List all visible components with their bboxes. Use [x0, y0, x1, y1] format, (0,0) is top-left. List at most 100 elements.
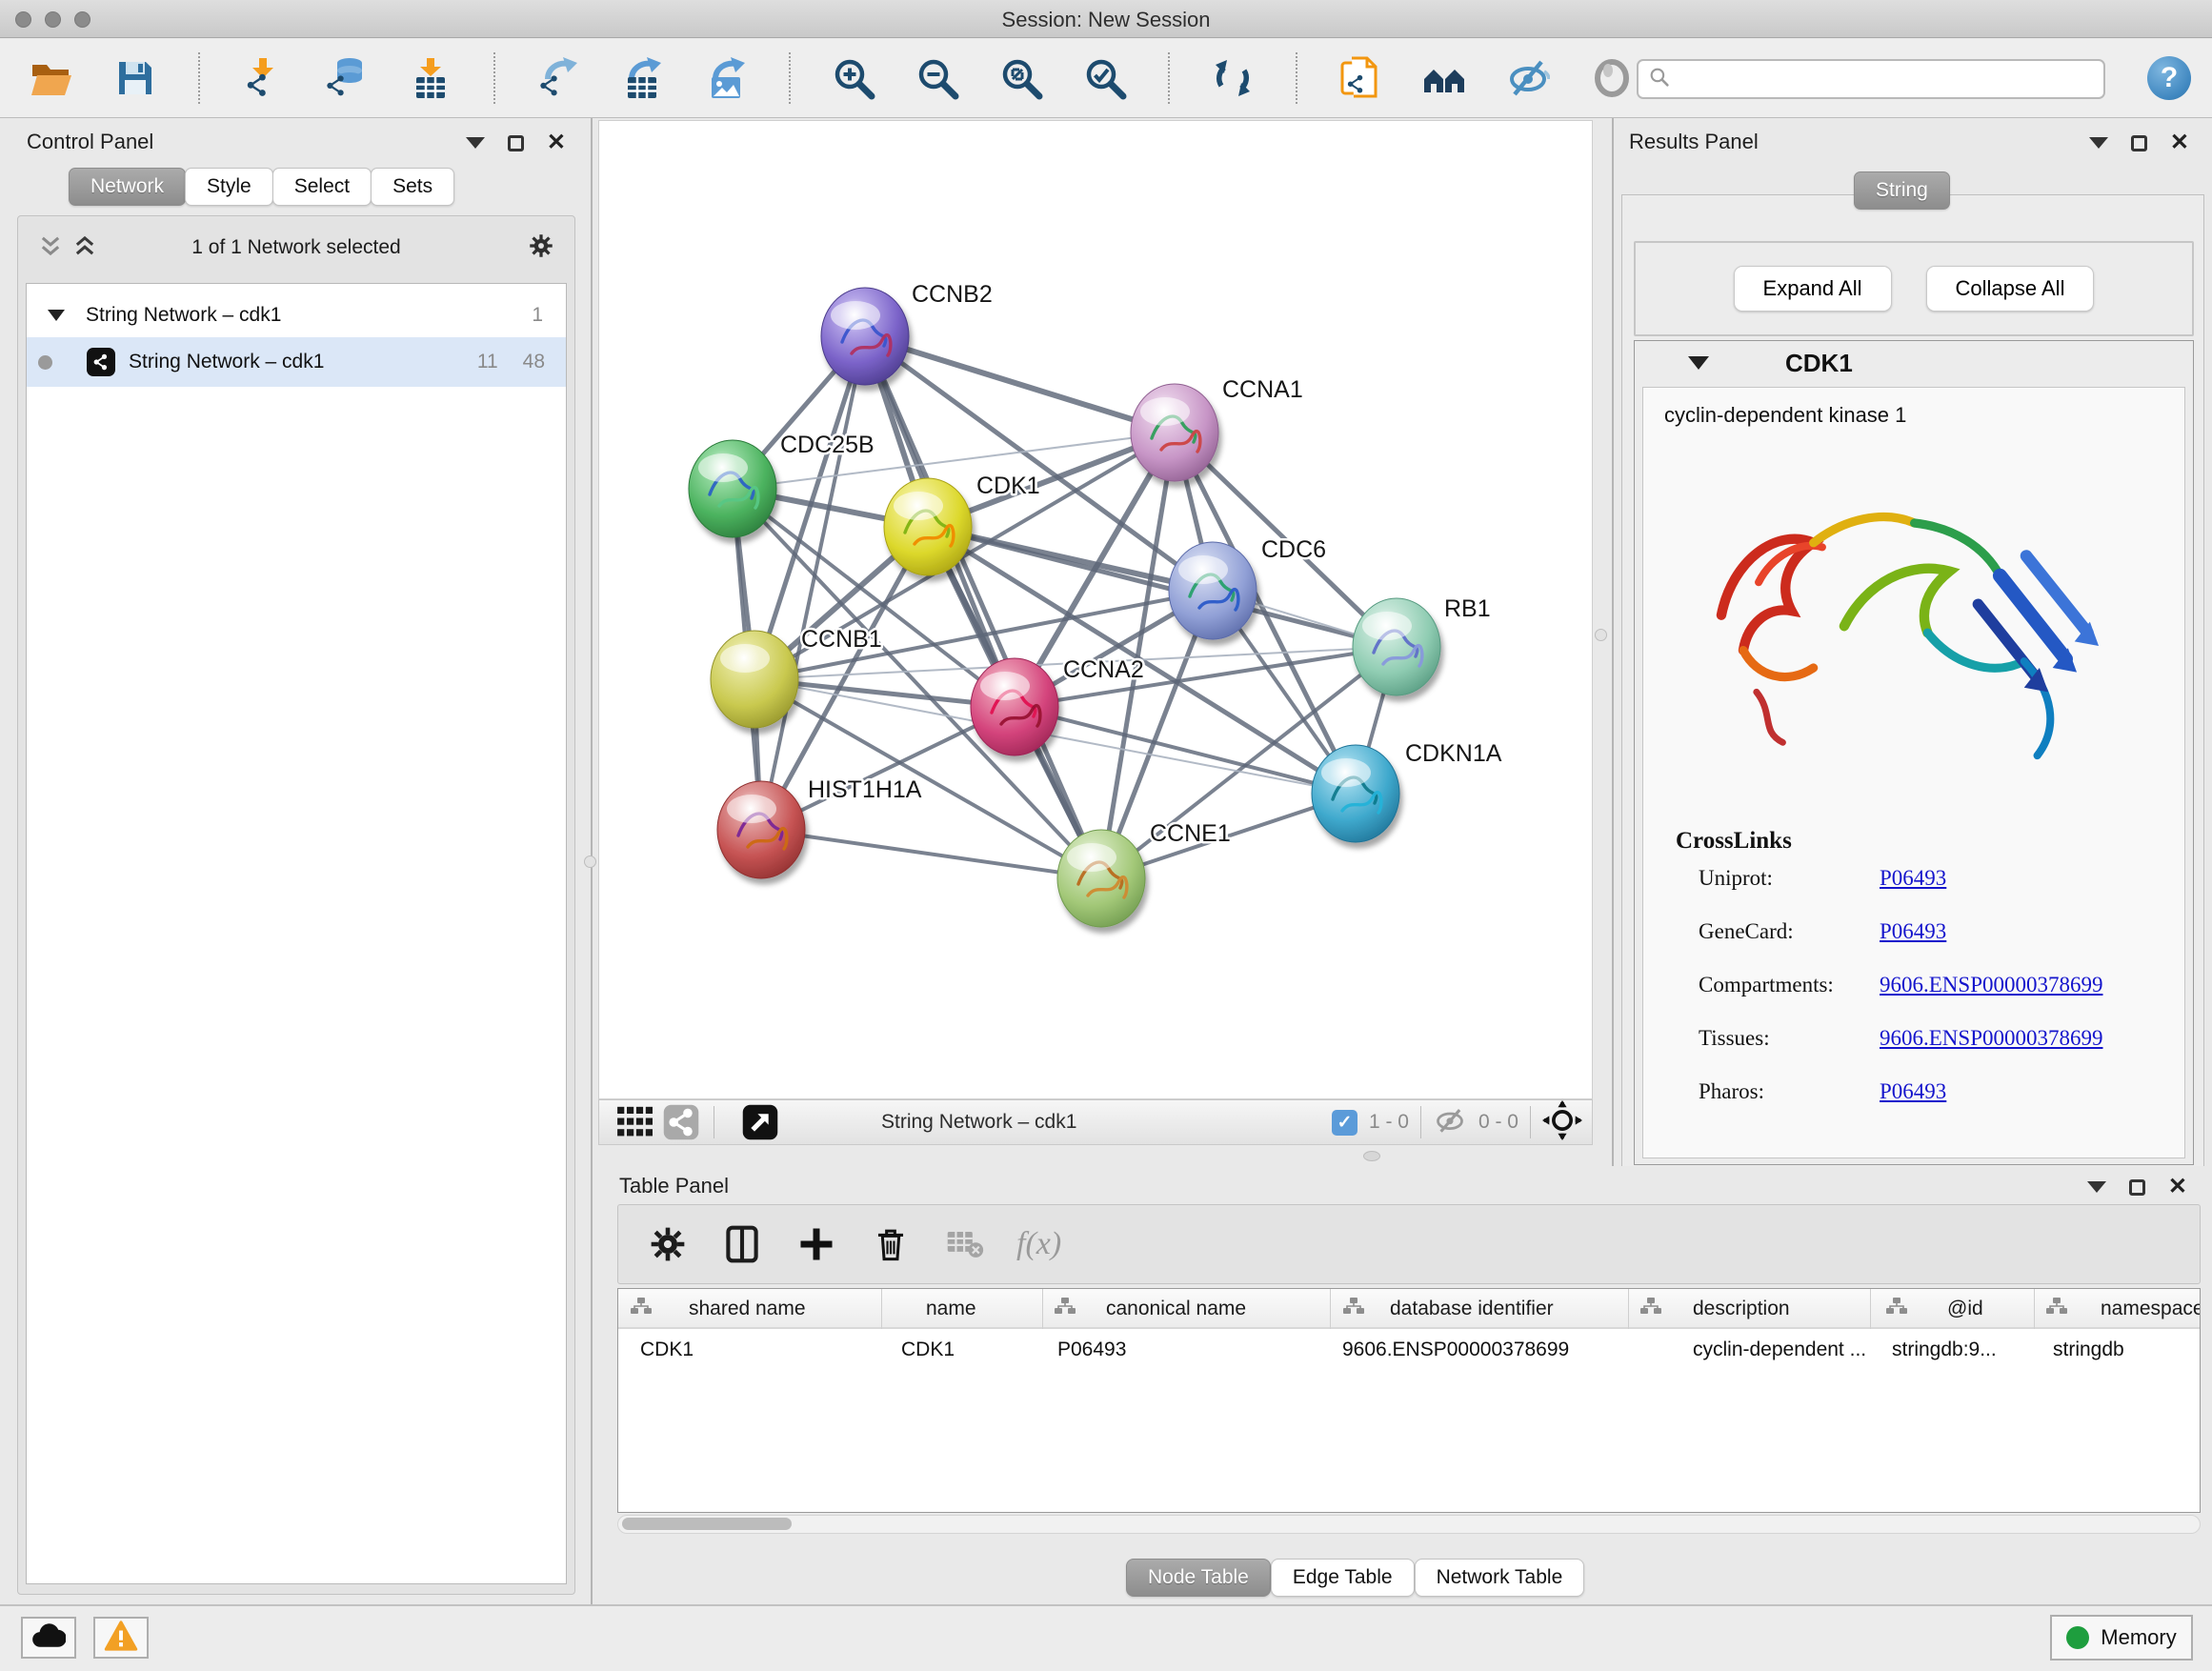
network-label: String Network – cdk1 [129, 351, 324, 373]
open-in-new-window-icon[interactable] [737, 1099, 783, 1145]
add-column-icon[interactable] [794, 1221, 839, 1267]
results-panel-maximize-icon[interactable] [2131, 135, 2147, 151]
network-node-cdc6[interactable] [1169, 542, 1257, 639]
import-network-database-icon[interactable] [324, 55, 370, 101]
table-panel-float-icon[interactable] [2087, 1181, 2106, 1193]
memory-button[interactable]: Memory [2050, 1615, 2193, 1661]
protein-ribbon-3d-image [1681, 451, 2139, 817]
crosslink-link[interactable]: 9606.ENSP00000378699 [1880, 973, 2103, 997]
crosslink-link[interactable]: P06493 [1880, 1079, 1946, 1104]
network-node-rb1[interactable] [1353, 598, 1440, 695]
refresh-icon[interactable] [1210, 55, 1256, 101]
table-panel-maximize-icon[interactable] [2129, 1179, 2145, 1196]
zoom-in-icon[interactable] [831, 55, 876, 101]
select-columns-icon[interactable] [719, 1221, 765, 1267]
show-all-nodes-icon[interactable] [1421, 55, 1467, 101]
network-from-selection-icon[interactable] [1337, 55, 1383, 101]
zoom-selected-icon[interactable] [1082, 55, 1128, 101]
delete-table-icon[interactable] [942, 1221, 988, 1267]
zoom-fit-icon[interactable] [998, 55, 1044, 101]
network-node-ccnb1[interactable] [711, 631, 798, 728]
expand-all-button[interactable]: Expand All [1734, 266, 1892, 312]
node-label-ccnb1: CCNB1 [801, 626, 882, 653]
crosslink-link[interactable]: 9606.ENSP00000378699 [1880, 1026, 2103, 1051]
hidden-eye-slash-icon[interactable] [1433, 1103, 1467, 1142]
warning-status-button[interactable] [93, 1617, 149, 1659]
column-header-name[interactable]: name [882, 1289, 1043, 1329]
column-header--id[interactable]: @id [1871, 1289, 2035, 1329]
crosslink-row: Pharos:P06493 [1643, 1079, 2184, 1117]
network-node-ccnb2[interactable] [821, 288, 909, 385]
export-network-icon[interactable] [535, 55, 581, 101]
left-splitter-handle[interactable] [584, 856, 596, 868]
column-header-namespace[interactable]: namespace [2035, 1289, 2201, 1329]
column-header-canonical-name[interactable]: canonical name [1043, 1289, 1331, 1329]
results-panel-float-icon[interactable] [2089, 137, 2108, 149]
hide-selected-icon[interactable] [1505, 55, 1551, 101]
control-panel-float-icon[interactable] [466, 137, 485, 149]
horizontal-splitter-handle[interactable] [1363, 1151, 1380, 1161]
tab-node-table[interactable]: Node Table [1126, 1559, 1271, 1597]
table-panel-close-icon[interactable]: ✕ [2168, 1176, 2187, 1198]
node-card-collapse-icon[interactable] [1688, 356, 1709, 370]
column-header-database-identifier[interactable]: database identifier [1331, 1289, 1629, 1329]
search-input[interactable] [1679, 69, 2103, 91]
table-row[interactable]: CDK1CDK1P064939606.ENSP00000378699cyclin… [618, 1329, 2200, 1373]
current-network-dot-icon [38, 355, 52, 370]
table-toolbar: f(x) [617, 1204, 2201, 1284]
collection-expander-icon[interactable] [48, 310, 65, 321]
open-session-icon[interactable] [29, 55, 74, 101]
delete-column-icon[interactable] [868, 1221, 914, 1267]
network-node-hist1h1a[interactable] [717, 781, 805, 878]
network-node-cdkn1a[interactable] [1312, 745, 1399, 842]
tab-edge-table[interactable]: Edge Table [1271, 1559, 1415, 1597]
network-collection-row[interactable]: String Network – cdk1 1 [27, 293, 566, 337]
collapse-all-button[interactable]: Collapse All [1926, 266, 2095, 312]
grid-view-icon[interactable] [613, 1099, 658, 1145]
save-session-icon[interactable] [112, 55, 158, 101]
network-options-gear-icon[interactable] [527, 232, 555, 265]
tab-network[interactable]: Network [69, 168, 186, 206]
column-type-icon [1054, 1296, 1076, 1322]
manual-layout-crosshair-icon[interactable] [1542, 1100, 1582, 1145]
results-panel-close-icon[interactable]: ✕ [2170, 131, 2189, 154]
tab-sets[interactable]: Sets [371, 168, 454, 206]
table-horizontal-scrollbar[interactable] [617, 1515, 2201, 1534]
network-row-selected[interactable]: String Network – cdk1 11 48 [27, 337, 566, 387]
show-hidden-icon[interactable] [1589, 55, 1635, 101]
export-image-icon[interactable] [703, 55, 749, 101]
tab-string[interactable]: String [1854, 171, 1950, 210]
network-canvas[interactable]: CCNB2CCNA1CDC25BCDK1CDC6RB1CCNB1CCNA2CDK… [598, 120, 1593, 1099]
right-splitter-handle[interactable] [1595, 629, 1607, 641]
node-description: cyclin-dependent kinase 1 [1664, 403, 1906, 428]
network-node-ccna2[interactable] [971, 658, 1058, 755]
cell-value: stringdb:9... [1892, 1339, 1997, 1361]
tab-select[interactable]: Select [272, 168, 372, 206]
scrollbar-thumb[interactable] [622, 1518, 792, 1530]
crosslink-link[interactable]: P06493 [1880, 919, 1946, 944]
tab-network-table[interactable]: Network Table [1415, 1559, 1585, 1597]
export-table-icon[interactable] [619, 55, 665, 101]
network-node-ccne1[interactable] [1057, 830, 1145, 927]
import-network-file-icon[interactable] [240, 55, 286, 101]
network-node-count: 11 [477, 351, 498, 373]
column-header-shared-name[interactable]: shared name [618, 1289, 882, 1329]
network-edge-count: 48 [523, 351, 545, 373]
help-button[interactable]: ? [2147, 56, 2191, 100]
tab-style[interactable]: Style [185, 168, 273, 206]
control-panel-close-icon[interactable]: ✕ [547, 131, 566, 154]
network-node-cdk1[interactable] [884, 478, 972, 575]
zoom-out-icon[interactable] [915, 55, 960, 101]
cloud-status-button[interactable] [21, 1617, 76, 1659]
network-node-ccna1[interactable] [1131, 384, 1218, 481]
function-builder-button[interactable]: f(x) [1016, 1226, 1061, 1262]
import-table-icon[interactable] [408, 55, 453, 101]
control-panel-maximize-icon[interactable] [508, 135, 524, 151]
crosslink-link[interactable]: P06493 [1880, 866, 1946, 891]
string-share-icon[interactable] [658, 1099, 704, 1145]
search-field[interactable] [1637, 59, 2105, 99]
network-node-cdc25b[interactable] [689, 440, 776, 537]
selected-nodes-checkbox-icon[interactable]: ✓ [1332, 1110, 1357, 1136]
table-options-gear-icon[interactable] [645, 1221, 691, 1267]
column-header-description[interactable]: description [1629, 1289, 1871, 1329]
